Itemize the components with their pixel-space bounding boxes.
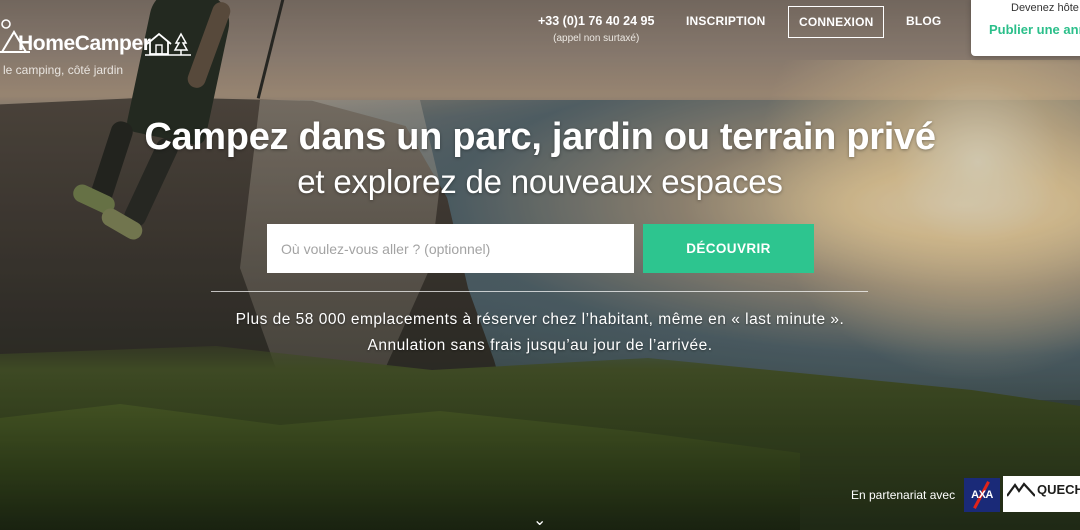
publish-listing-link[interactable]: Publier une annonce bbox=[989, 22, 1080, 37]
logo-tagline: le camping, côté jardin bbox=[3, 63, 124, 77]
quechua-logo-text: QUECHUA bbox=[1037, 482, 1080, 497]
hero-divider bbox=[211, 291, 868, 292]
top-navigation: +33 (0)1 76 40 24 95 (appel non surtaxé)… bbox=[0, 0, 1080, 60]
phone-note: (appel non surtaxé) bbox=[553, 33, 640, 44]
phone-contact[interactable]: +33 (0)1 76 40 24 95 (appel non surtaxé) bbox=[538, 14, 654, 44]
nav-connexion-button[interactable]: CONNEXION bbox=[788, 6, 885, 38]
nav-inscription-link[interactable]: INSCRIPTION bbox=[686, 14, 766, 28]
phone-number[interactable]: +33 (0)1 76 40 24 95 bbox=[538, 14, 654, 28]
become-host-card[interactable]: Devenez hôte Publier une annonce bbox=[971, 0, 1080, 56]
chevron-down-icon[interactable]: ⌄ bbox=[533, 510, 546, 530]
quechua-logo[interactable]: QUECHUA bbox=[1003, 476, 1080, 512]
axa-logo[interactable]: AXA bbox=[964, 478, 1000, 512]
hero-subtitle: et explorez de nouveaux espaces bbox=[297, 163, 783, 200]
destination-search-input[interactable] bbox=[267, 224, 634, 273]
partners-label: En partenariat avec bbox=[851, 488, 956, 502]
become-host-label: Devenez hôte bbox=[1011, 2, 1079, 14]
nav-blog-link[interactable]: BLOG bbox=[906, 14, 941, 28]
hero-info-text: Plus de 58 000 emplacements à réserver c… bbox=[0, 307, 1080, 359]
hero-info-line-2: Annulation sans frais jusqu’au jour de l… bbox=[367, 337, 713, 354]
hero-title: Campez dans un parc, jardin ou terrain p… bbox=[144, 116, 936, 158]
axa-logo-text: AXA bbox=[971, 489, 993, 501]
quechua-mountain-icon bbox=[1007, 482, 1035, 497]
hero-info-line-1: Plus de 58 000 emplacements à réserver c… bbox=[235, 311, 845, 328]
discover-button[interactable]: DÉCOUVRIR bbox=[643, 224, 814, 273]
